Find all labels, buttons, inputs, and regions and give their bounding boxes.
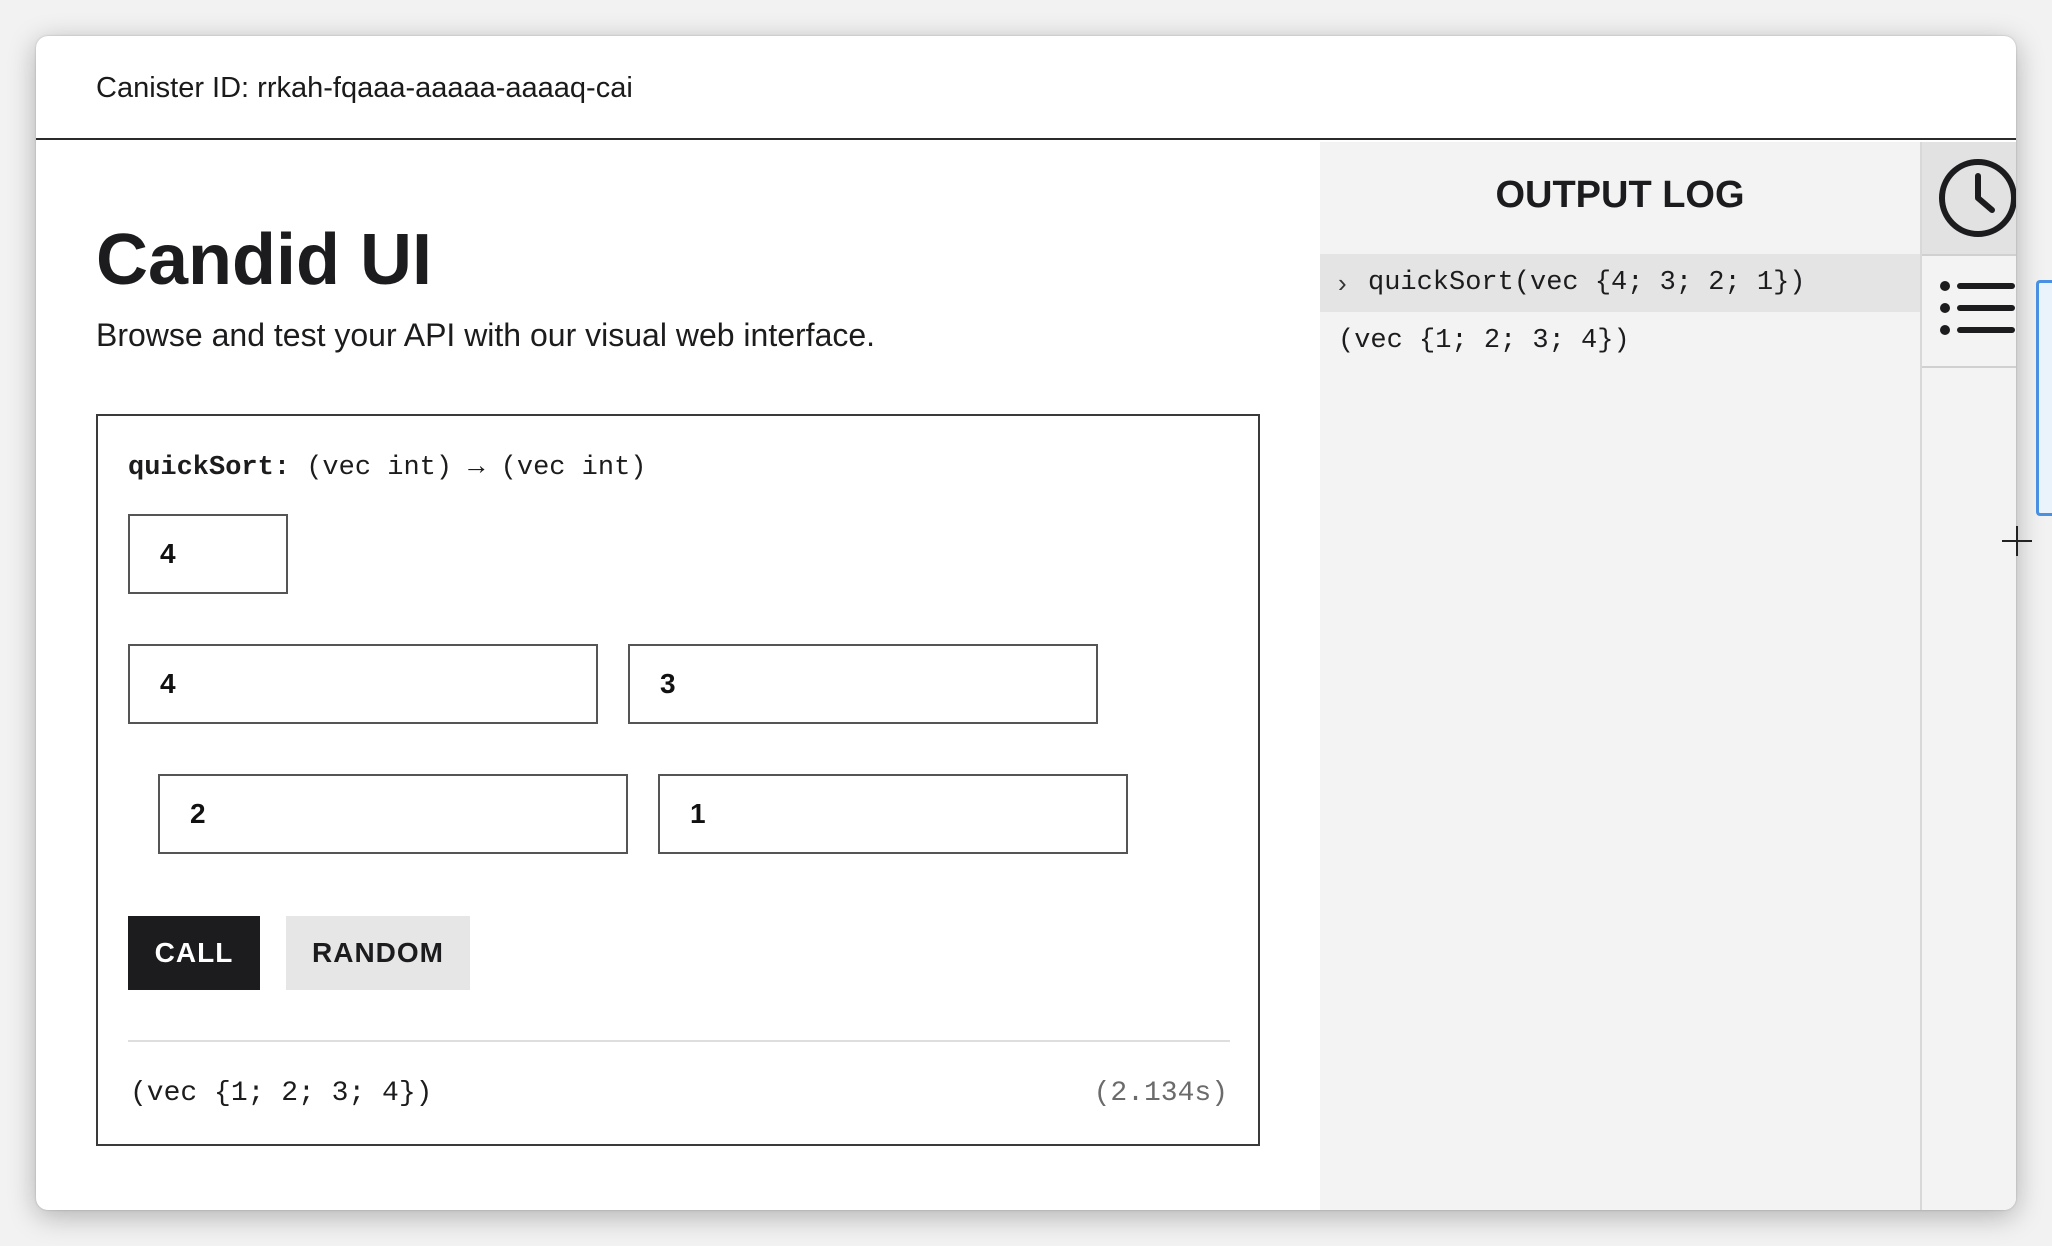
call-duration: (2.134s) bbox=[1093, 1078, 1228, 1109]
random-button[interactable]: RANDOM bbox=[286, 916, 470, 990]
list-icon bbox=[1940, 281, 2015, 335]
method-card-quicksort: quickSort: (vec int) → (vec int) CALL RA… bbox=[96, 414, 1260, 1146]
canister-id: Canister ID: rrkah-fqaaa-aaaaa-aaaaq-cai bbox=[96, 72, 633, 104]
vec-item-input-1[interactable] bbox=[128, 644, 598, 724]
method-type: (vec int) → (vec int) bbox=[290, 453, 647, 483]
output-log-panel: OUTPUT LOG › quickSort(vec {4; 3; 2; 1})… bbox=[1320, 142, 1920, 1210]
output-log-title: OUTPUT LOG bbox=[1495, 174, 1745, 216]
crosshair-cursor-icon bbox=[2002, 526, 2032, 556]
clock-icon bbox=[1939, 159, 2016, 237]
method-signature: quickSort: (vec int) → (vec int) bbox=[128, 450, 647, 486]
vec-length-input[interactable] bbox=[128, 514, 288, 594]
method-name: quickSort: bbox=[128, 453, 291, 483]
output-log-result: (vec {1; 2; 3; 4}) bbox=[1338, 326, 1630, 356]
vec-item-input-3[interactable] bbox=[158, 774, 628, 854]
output-log-call-text: quickSort(vec {4; 3; 2; 1}) bbox=[1368, 268, 1806, 298]
call-button[interactable]: CALL bbox=[128, 916, 260, 990]
result-divider bbox=[128, 1040, 1230, 1042]
vec-item-input-4[interactable] bbox=[658, 774, 1128, 854]
method-result: (vec {1; 2; 3; 4}) bbox=[130, 1078, 433, 1109]
background-window-edge bbox=[2036, 280, 2052, 516]
header-bar: Canister ID: rrkah-fqaaa-aaaaa-aaaaq-cai bbox=[36, 36, 2016, 140]
history-button[interactable] bbox=[1922, 142, 2016, 256]
methods-list-button[interactable] bbox=[1922, 256, 2016, 368]
page-title: Candid UI bbox=[96, 220, 432, 300]
main-content: Candid UI Browse and test your API with … bbox=[36, 140, 1320, 1210]
chevron-right-icon: › bbox=[1338, 268, 1347, 298]
page-subtitle: Browse and test your API with our visual… bbox=[96, 317, 876, 353]
side-rail bbox=[1920, 142, 2016, 1210]
output-log-call-entry[interactable]: › quickSort(vec {4; 3; 2; 1}) bbox=[1320, 254, 1920, 312]
app-window: Canister ID: rrkah-fqaaa-aaaaa-aaaaq-cai… bbox=[36, 36, 2016, 1210]
vec-item-input-2[interactable] bbox=[628, 644, 1098, 724]
